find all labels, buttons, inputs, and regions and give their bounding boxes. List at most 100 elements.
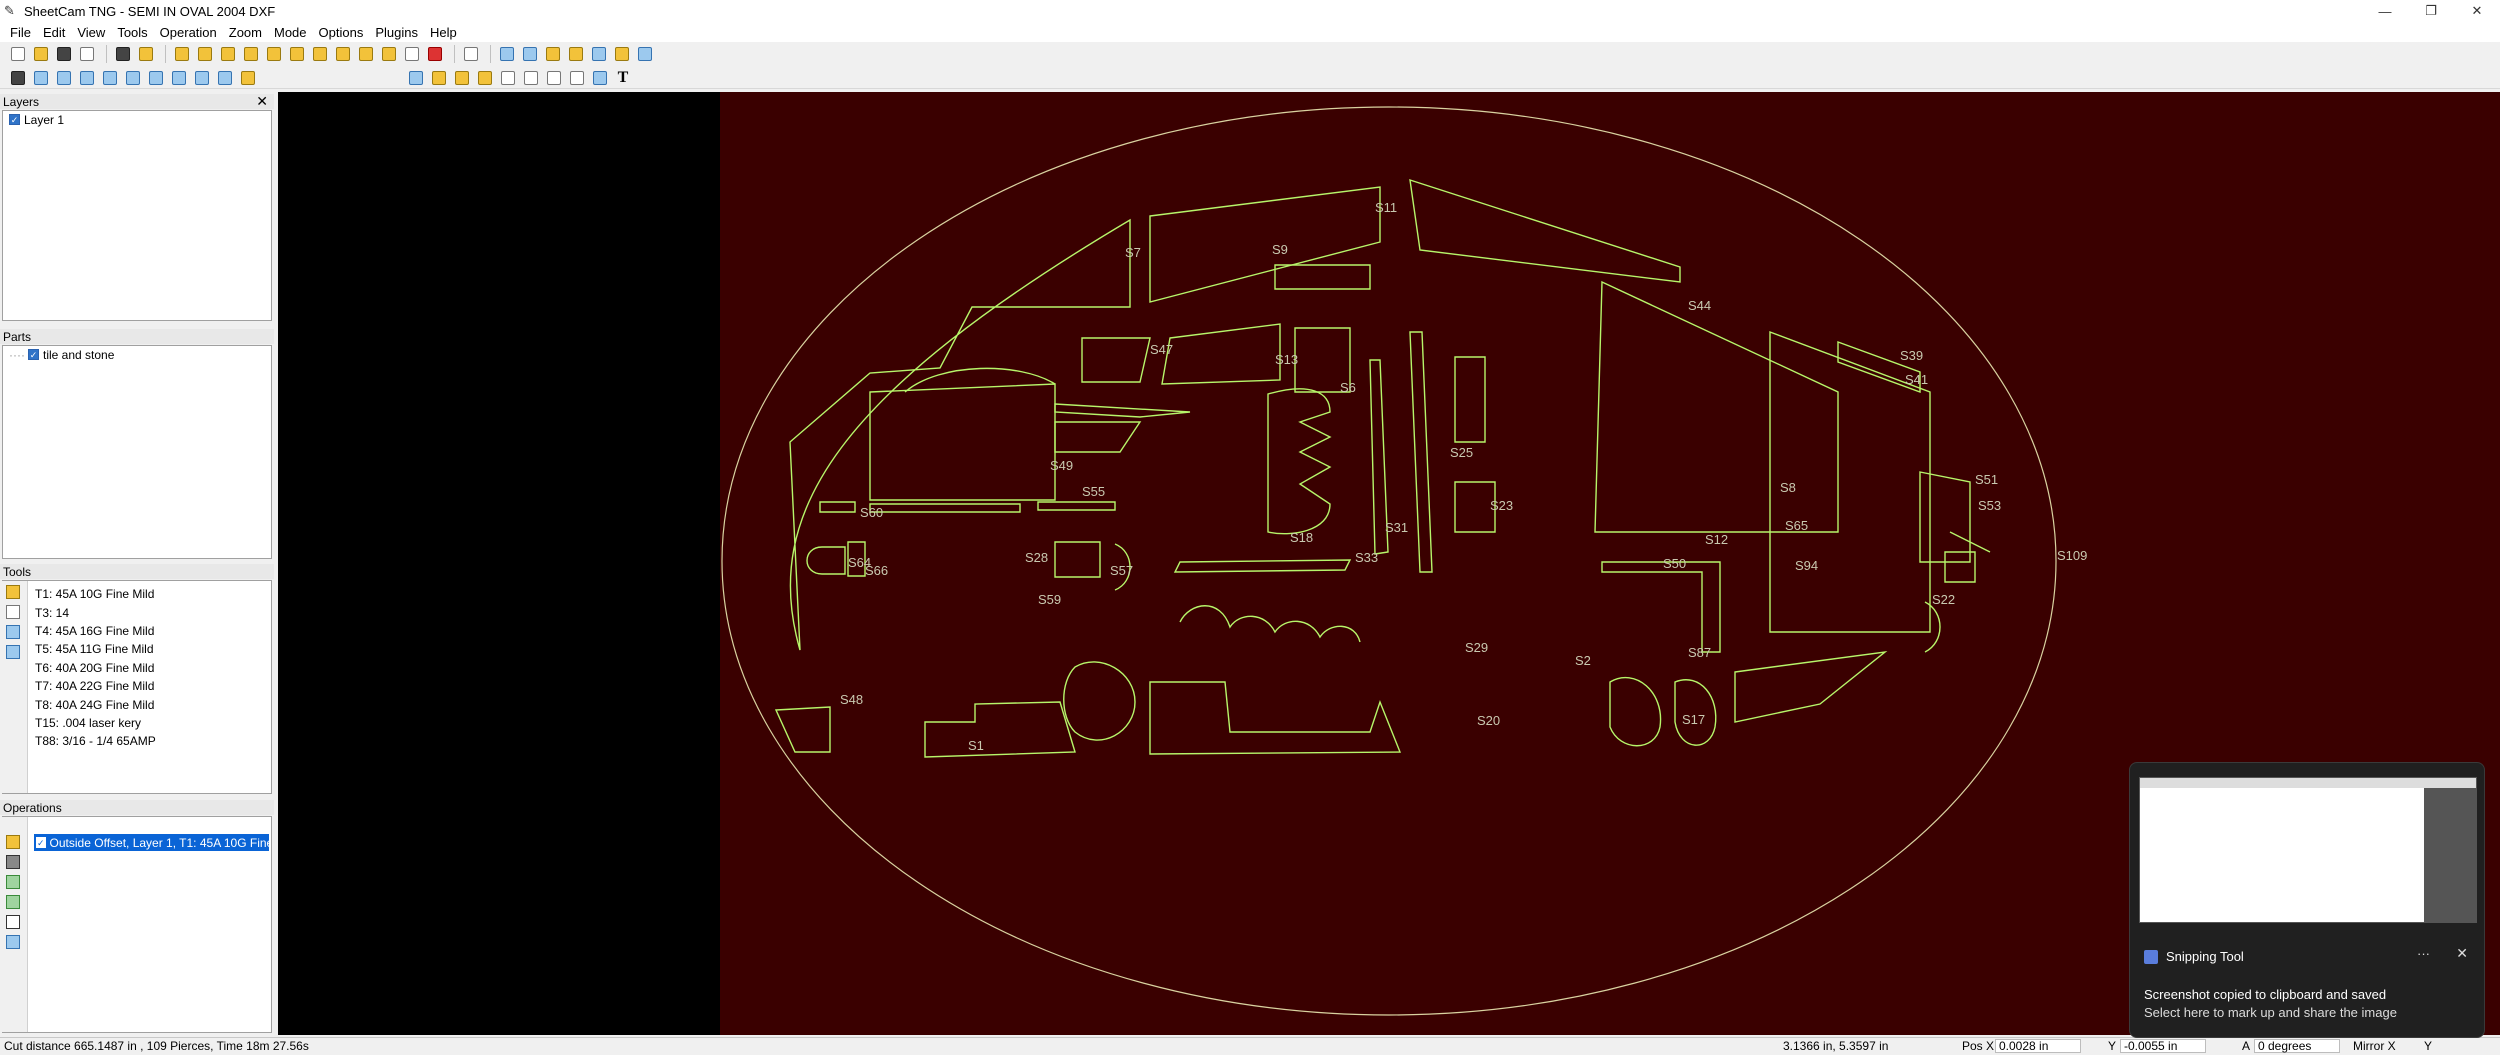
tool-item[interactable]: T88: 3/16 - 1/4 65AMP [2,732,271,750]
tool-item[interactable]: T15: .004 laser kery [2,714,271,732]
select-all-icon[interactable] [172,44,192,64]
new-job-icon[interactable] [8,44,28,64]
show-toolpath-icon[interactable] [54,68,74,88]
tool-item[interactable]: T6: 40A 20G Fine Mild [2,659,271,677]
menu-bar: File Edit View Tools Operation Zoom Mode… [0,22,2500,42]
inner-left-arc [789,218,1131,651]
show-leads-icon[interactable] [146,68,166,88]
menu-edit[interactable]: Edit [39,25,73,40]
open-job-icon[interactable] [31,44,51,64]
machine-icon[interactable] [136,44,156,64]
nest-icon[interactable] [333,44,353,64]
tool-item[interactable]: T3: 14 [2,603,271,621]
zoom-in-icon[interactable] [497,44,517,64]
zoom-out-icon[interactable] [520,44,540,64]
zoom-sheet-icon[interactable] [612,44,632,64]
tool-item[interactable]: T4: 45A 16G Fine Mild [2,622,271,640]
view-3d-icon[interactable] [31,68,51,88]
menu-mode[interactable]: Mode [270,25,315,40]
start-point-icon[interactable] [310,44,330,64]
more-options-icon[interactable]: ··· [2417,946,2430,961]
zoom-all-icon[interactable] [635,44,655,64]
layer-item[interactable]: ✓ Layer 1 [3,111,271,128]
show-start-icon[interactable] [192,68,212,88]
close-button[interactable]: ✕ [2454,0,2500,22]
show-labels-icon[interactable] [238,68,258,88]
show-rapids-icon[interactable] [123,68,143,88]
layer-icon[interactable] [241,44,261,64]
zoom-window-icon[interactable] [543,44,563,64]
menu-view[interactable]: View [73,25,113,40]
part-checkbox[interactable]: ✓ [27,349,39,360]
new-operation-icon[interactable] [6,835,22,851]
pos-x-field[interactable]: 0.0028 in [1995,1038,2081,1053]
menu-help[interactable]: Help [426,25,465,40]
measure-mode-icon[interactable] [544,68,564,88]
part-label-s59: S59 [1038,592,1061,607]
snipping-tool-notification[interactable]: Snipping Tool ··· ✕ Screenshot copied to… [2129,762,2485,1038]
menu-operation[interactable]: Operation [156,25,225,40]
lead-out-mode-icon[interactable] [475,68,495,88]
sheet-mode-icon[interactable] [567,68,587,88]
tool-item[interactable]: T7: 40A 22G Fine Mild [2,677,271,695]
part-bumper [869,503,1021,513]
new-tool-icon[interactable] [6,585,22,601]
show-paths-icon[interactable] [100,68,120,88]
tool-item[interactable]: T8: 40A 24G Fine Mild [2,695,271,713]
tool-table-icon[interactable] [6,625,22,641]
menu-plugins[interactable]: Plugins [371,25,426,40]
layer-checkbox[interactable]: ✓ [9,114,20,125]
minimize-button[interactable]: — [2362,0,2408,22]
tool-settings-icon[interactable] [6,605,22,621]
print-icon[interactable] [77,44,97,64]
angle-field[interactable]: 0 degrees [2254,1038,2340,1053]
viewport-margin[interactable] [278,92,720,1035]
tool-library-icon[interactable] [6,645,22,661]
show-sheet-icon[interactable] [215,68,235,88]
delete-icon[interactable] [425,44,445,64]
engrave-operation-icon[interactable] [6,915,22,931]
operation-item-selected[interactable]: ✓ Outside Offset, Layer 1, T1: 45A 10G F… [34,834,269,851]
part-item[interactable]: ···· ✓ tile and stone [3,346,271,363]
mirror-x-checkbox[interactable]: Mirror X [2353,1039,2396,1053]
tool-item[interactable]: T1: 45A 10G Fine Mild [2,585,271,603]
sheet-icon[interactable] [402,44,422,64]
operation-table-icon[interactable] [6,935,22,951]
menu-tools[interactable]: Tools [113,25,155,40]
menu-file[interactable]: File [6,25,39,40]
show-parts-icon[interactable] [77,68,97,88]
zoom-extents-icon[interactable] [589,44,609,64]
copy-icon[interactable] [195,44,215,64]
tab-mode-icon[interactable] [498,68,518,88]
maximize-button[interactable]: ❐ [2408,0,2454,22]
mark-mode-icon[interactable] [590,68,610,88]
mirror-y-checkbox[interactable]: Y [2424,1039,2432,1053]
save-job-icon[interactable] [54,44,74,64]
pocket-operation-icon[interactable] [6,875,22,891]
start-point-mode-icon[interactable] [429,68,449,88]
dismiss-notification-icon[interactable]: ✕ [2456,945,2468,962]
drill-operation-icon[interactable] [6,855,22,871]
show-direction-icon[interactable] [169,68,189,88]
zoom-part-icon[interactable] [566,44,586,64]
operation-checkbox[interactable]: ✓ [36,837,46,848]
menu-options[interactable]: Options [315,25,372,40]
view-top-icon[interactable] [8,68,28,88]
undo-icon[interactable] [461,44,481,64]
select-mode-icon[interactable] [406,68,426,88]
menu-zoom[interactable]: Zoom [225,25,270,40]
screenshot-thumbnail[interactable] [2139,777,2477,923]
post-process-icon[interactable] [113,44,133,64]
tool-item[interactable]: T5: 45A 11G Fine Mild [2,640,271,658]
group-icon[interactable] [264,44,284,64]
contour-operation-icon[interactable] [6,895,22,911]
array-icon[interactable] [356,44,376,64]
pos-y-field[interactable]: -0.0055 in [2120,1038,2206,1053]
ungroup-icon[interactable] [287,44,307,64]
lead-in-mode-icon[interactable] [452,68,472,88]
rotate-icon[interactable] [379,44,399,64]
paste-icon[interactable] [218,44,238,64]
text-tool-icon[interactable]: T [613,68,633,88]
origin-mode-icon[interactable] [521,68,541,88]
close-panel-icon[interactable]: ✕ [256,93,268,110]
